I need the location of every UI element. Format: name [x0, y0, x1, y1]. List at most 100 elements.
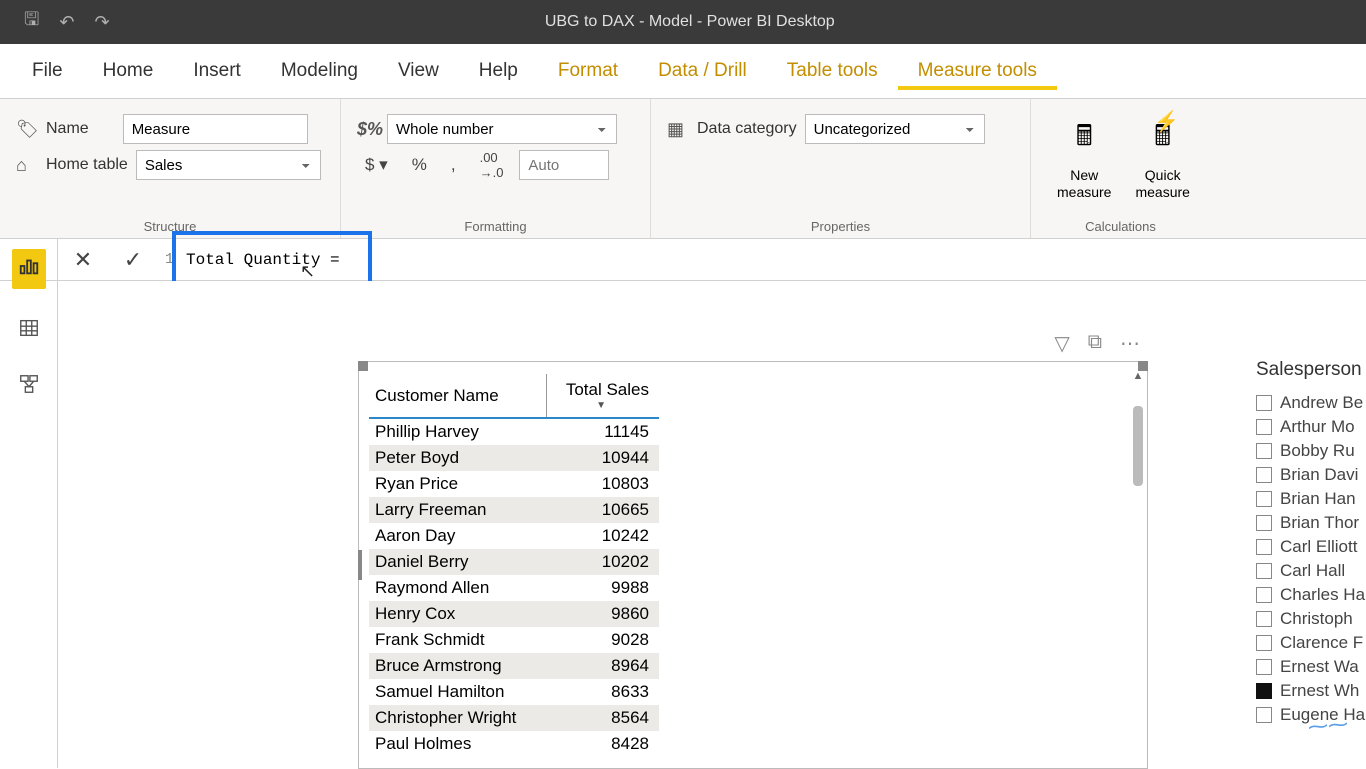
- cell-name: Ryan Price: [369, 471, 547, 497]
- menu-format[interactable]: Format: [538, 52, 638, 90]
- percent-button[interactable]: %: [404, 153, 435, 177]
- cell-name: Daniel Berry: [369, 549, 547, 575]
- focus-mode-icon[interactable]: ⧉: [1088, 331, 1102, 356]
- measure-name-input[interactable]: [123, 114, 308, 144]
- col-total-sales[interactable]: Total Sales ▼: [547, 374, 659, 418]
- slicer-item-label: Christoph: [1280, 609, 1353, 629]
- formula-editor[interactable]: Total Quantity =: [178, 239, 1366, 280]
- slicer-item[interactable]: Brian Thor: [1256, 511, 1366, 535]
- resize-handle[interactable]: [358, 550, 362, 580]
- table-row[interactable]: Daniel Berry10202: [369, 549, 659, 575]
- decimal-places-input[interactable]: [519, 150, 609, 180]
- new-measure-button[interactable]: 🖩 New measure: [1047, 111, 1121, 205]
- redo-icon[interactable]: ↷: [94, 12, 109, 33]
- quick-measure-button[interactable]: 🖩⚡ Quick measure: [1125, 111, 1199, 205]
- checkbox-icon[interactable]: [1256, 707, 1272, 723]
- filter-icon[interactable]: ▽: [1054, 331, 1069, 356]
- menu-view[interactable]: View: [378, 52, 459, 90]
- table-row[interactable]: Ryan Price10803: [369, 471, 659, 497]
- thousands-button[interactable]: ,: [443, 153, 464, 177]
- menu-table-tools[interactable]: Table tools: [767, 52, 898, 90]
- undo-icon[interactable]: ↶: [59, 12, 74, 33]
- report-view-icon[interactable]: [12, 249, 46, 289]
- slicer-item[interactable]: Charles Ha: [1256, 583, 1366, 607]
- checkbox-icon[interactable]: [1256, 587, 1272, 603]
- checkbox-icon[interactable]: [1256, 659, 1272, 675]
- cell-name: Christopher Wright: [369, 705, 547, 731]
- model-view-icon[interactable]: [18, 373, 40, 401]
- table-row[interactable]: Samuel Hamilton8633: [369, 679, 659, 705]
- menu-insert[interactable]: Insert: [173, 52, 261, 90]
- cursor-icon: ↖: [300, 261, 315, 282]
- slicer-item[interactable]: Carl Elliott: [1256, 535, 1366, 559]
- slicer-item-label: Bobby Ru: [1280, 441, 1355, 461]
- slicer-item[interactable]: Bobby Ru: [1256, 439, 1366, 463]
- col-customer-name[interactable]: Customer Name: [369, 374, 547, 418]
- decimal-button[interactable]: .00→.0: [472, 148, 512, 182]
- table-row[interactable]: Bruce Armstrong8964: [369, 653, 659, 679]
- menu-help[interactable]: Help: [459, 52, 538, 90]
- formula-cancel-button[interactable]: ✕: [58, 247, 108, 273]
- data-type-select[interactable]: Whole number: [387, 114, 617, 144]
- slicer-item[interactable]: Carl Hall: [1256, 559, 1366, 583]
- calculator-lightning-icon: 🖩⚡: [1154, 115, 1171, 163]
- table-row[interactable]: Larry Freeman10665: [369, 497, 659, 523]
- menu-file[interactable]: File: [12, 52, 83, 90]
- checkbox-icon[interactable]: [1256, 419, 1272, 435]
- table-visual[interactable]: ▽ ⧉ ⋯ Customer Name Total Sales ▼ Ph: [358, 361, 1148, 769]
- table-row[interactable]: Christopher Wright8564: [369, 705, 659, 731]
- checkbox-icon[interactable]: [1256, 443, 1272, 459]
- formula-line-number: 1: [158, 251, 178, 268]
- menu-measure-tools[interactable]: Measure tools: [898, 52, 1057, 90]
- salesperson-slicer[interactable]: Salesperson Andrew BeArthur MoBobby RuBr…: [1256, 359, 1366, 727]
- cell-name: Henry Cox: [369, 601, 547, 627]
- scroll-thumb[interactable]: [1133, 406, 1143, 486]
- more-options-icon[interactable]: ⋯: [1120, 331, 1140, 356]
- checkbox-icon[interactable]: [1256, 683, 1272, 699]
- slicer-item[interactable]: Clarence F: [1256, 631, 1366, 655]
- watermark: ⁓⁓: [1307, 711, 1349, 739]
- slicer-item[interactable]: Arthur Mo: [1256, 415, 1366, 439]
- menu-modeling[interactable]: Modeling: [261, 52, 378, 90]
- slicer-item[interactable]: Brian Davi: [1256, 463, 1366, 487]
- cell-value: 8633: [547, 679, 659, 705]
- sort-desc-icon: ▼: [553, 400, 649, 411]
- slicer-item-label: Carl Elliott: [1280, 537, 1357, 557]
- slicer-item[interactable]: Brian Han: [1256, 487, 1366, 511]
- ribbon: 🏷 Name ⌂ Home table Sales Structure $% W…: [0, 99, 1366, 239]
- slicer-item[interactable]: Ernest Wa: [1256, 655, 1366, 679]
- data-category-select[interactable]: Uncategorized: [805, 114, 985, 144]
- slicer-item-label: Carl Hall: [1280, 561, 1345, 581]
- save-icon[interactable]: 🖫: [24, 7, 39, 37]
- slicer-item[interactable]: Ernest Wh: [1256, 679, 1366, 703]
- checkbox-icon[interactable]: [1256, 395, 1272, 411]
- checkbox-icon[interactable]: [1256, 611, 1272, 627]
- checkbox-icon[interactable]: [1256, 467, 1272, 483]
- slicer-item-label: Brian Davi: [1280, 465, 1358, 485]
- table-row[interactable]: Henry Cox9860: [369, 601, 659, 627]
- table-row[interactable]: Raymond Allen9988: [369, 575, 659, 601]
- table-row[interactable]: Aaron Day10242: [369, 523, 659, 549]
- checkbox-icon[interactable]: [1256, 635, 1272, 651]
- table-row[interactable]: Frank Schmidt9028: [369, 627, 659, 653]
- cell-name: Paul Holmes: [369, 731, 547, 757]
- checkbox-icon[interactable]: [1256, 539, 1272, 555]
- scroll-up-icon[interactable]: ▲: [1133, 370, 1144, 382]
- slicer-item[interactable]: Andrew Be: [1256, 391, 1366, 415]
- table-row[interactable]: Phillip Harvey11145: [369, 418, 659, 445]
- data-view-icon[interactable]: [18, 317, 40, 345]
- menu-data-drill[interactable]: Data / Drill: [638, 52, 767, 90]
- resize-handle[interactable]: [358, 361, 368, 371]
- table-row[interactable]: Peter Boyd10944: [369, 445, 659, 471]
- checkbox-icon[interactable]: [1256, 515, 1272, 531]
- scrollbar[interactable]: ▲: [1131, 370, 1145, 760]
- formula-commit-button[interactable]: ✓: [108, 247, 158, 273]
- report-canvas[interactable]: ▽ ⧉ ⋯ Customer Name Total Sales ▼ Ph: [58, 281, 1366, 768]
- checkbox-icon[interactable]: [1256, 491, 1272, 507]
- currency-button[interactable]: $ ▾: [357, 153, 396, 177]
- slicer-item[interactable]: Christoph: [1256, 607, 1366, 631]
- menu-home[interactable]: Home: [83, 52, 174, 90]
- checkbox-icon[interactable]: [1256, 563, 1272, 579]
- table-row[interactable]: Paul Holmes8428: [369, 731, 659, 757]
- home-table-select[interactable]: Sales: [136, 150, 321, 180]
